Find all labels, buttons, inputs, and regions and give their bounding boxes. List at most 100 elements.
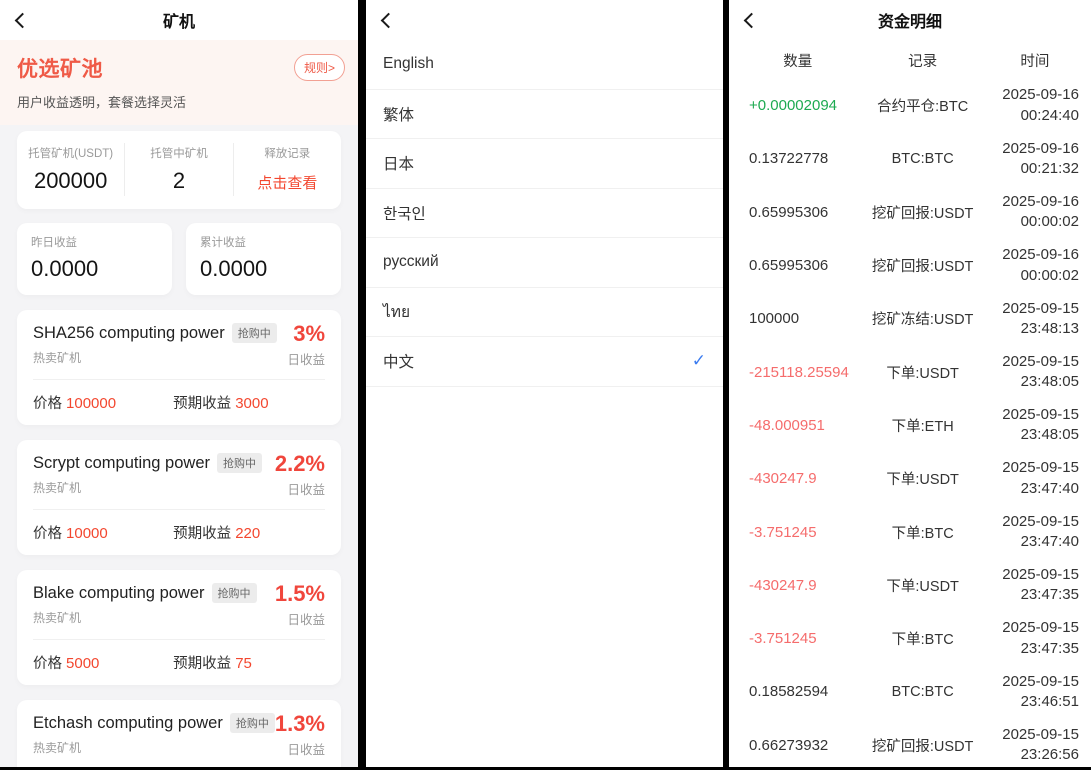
language-item[interactable]: 한국인 ✓ [366,189,723,238]
table-row: -215118.25594 下单:USDT 2025-09-15 23:48:0… [729,345,1091,398]
mining-pool-hero: 优选矿池 规则> 用户收益透明，套餐选择灵活 [0,40,358,125]
date-value: 2025-09-15 [1002,672,1079,690]
date-value: 2025-09-15 [1002,566,1079,584]
time-value: 23:48:05 [1020,373,1079,391]
time-value: 00:00:02 [1020,213,1079,231]
table-row: 0.18582594 BTC:BTC 2025-09-15 23:46:51 [729,665,1091,718]
stats-column[interactable]: 释放记录 点击查看 [232,143,341,196]
funds-table-header: 数量 记录 时间 [729,40,1091,79]
amount-cell: 0.18582594 [749,683,829,701]
product-tag: 热卖矿机 [33,741,82,755]
product-list: SHA256 computing power 抢购中 3% 热卖矿机 日收益 价… [17,310,341,767]
product-top-row: Scrypt computing power 抢购中 2.2% [33,453,325,475]
product-sub-row: 热卖矿机 日收益 [33,739,325,758]
record-cell: 挖矿回报:USDT [871,205,974,222]
time-value: 23:47:35 [1020,586,1079,604]
language-label: 中文 [383,354,415,372]
amount-cell: -3.751245 [749,523,817,541]
time-value: 23:48:05 [1020,426,1079,444]
daily-rate: 1.3% [274,711,325,736]
rules-button[interactable]: 规则> [293,54,345,81]
table-row: 0.65995306 挖矿回报:USDT 2025-09-16 00:00:02 [729,239,1091,292]
time-value: 23:46:51 [1020,692,1079,710]
language-label: 繁体 [383,106,415,124]
page-title: 矿机 [162,14,195,31]
daily-rate-label: 日收益 [287,613,325,627]
language-item[interactable]: русский ✓ [366,238,723,288]
mining-product-card[interactable]: Etchash computing power 抢购中 1.3% 热卖矿机 日收… [17,700,341,767]
amount-cell: -48.000951 [749,416,825,434]
pool-title: 优选矿池 [17,58,103,81]
record-cell: 挖矿回报:USDT [871,259,974,276]
language-item[interactable]: ไทย ✓ [366,288,723,337]
stats-label: 托管中矿机 [150,148,208,160]
time-value: 23:48:13 [1020,319,1079,337]
profit-label: 预期收益 [173,396,232,412]
divider [33,639,325,640]
stats-column[interactable]: 托管中矿机 2 [124,143,232,196]
date-value: 2025-09-16 [1002,192,1079,210]
daily-rate: 1.5% [274,581,325,606]
product-sub-row: 热卖矿机 日收益 [33,609,325,628]
product-bottom-row: 价格 10000 预期收益 220 [33,522,325,543]
time-cell: 2025-09-15 23:26:56 [979,725,1091,766]
amount-cell: 100000 [749,310,800,328]
profit-value: 220 [235,525,261,542]
time-value: 23:47:40 [1020,533,1079,551]
record-cell: 下单:BTC [891,632,954,649]
product-tag: 热卖矿机 [33,611,82,625]
column-header-record: 记录 [908,54,938,70]
date-value: 2025-09-16 [1002,246,1079,264]
language-item[interactable]: English ✓ [366,40,723,90]
time-cell: 2025-09-15 23:46:51 [979,672,1091,713]
mining-product-card[interactable]: Scrypt computing power 抢购中 2.2% 热卖矿机 日收益… [17,440,341,555]
back-icon [380,12,397,28]
income-card: 昨日收益 0.0000 [17,223,172,295]
product-tag: 热卖矿机 [33,351,82,365]
back-icon [14,12,31,28]
table-row: -3.751245 下单:BTC 2025-09-15 23:47:35 [729,612,1091,665]
time-cell: 2025-09-15 23:48:13 [979,299,1091,340]
product-tag: 热卖矿机 [33,481,82,495]
language-item[interactable]: 日本 ✓ [366,139,723,189]
language-appbar [366,0,723,40]
back-button[interactable] [729,0,769,40]
record-cell: 下单:USDT [886,578,959,595]
amount-cell: 0.66273932 [749,736,829,754]
time-cell: 2025-09-15 23:48:05 [979,405,1091,446]
language-label: English [383,55,434,73]
record-cell: BTC:BTC [891,150,954,167]
time-value: 23:47:35 [1020,639,1079,657]
funds-appbar: 资金明细 [729,0,1091,40]
stats-column[interactable]: 托管矿机(USDT) 200000 [17,143,124,196]
amount-cell: -215118.25594 [749,363,849,381]
language-item[interactable]: 中文 ✓ [366,337,723,387]
language-label: ไทย [383,304,411,322]
time-cell: 2025-09-15 23:47:35 [979,565,1091,606]
profit-value: 3000 [235,395,269,412]
miner-body: 托管矿机(USDT) 200000 托管中矿机 2 释放记录 点击查看 昨日收益… [0,125,358,767]
mining-product-card[interactable]: Blake computing power 抢购中 1.5% 热卖矿机 日收益 … [17,570,341,685]
stats-value: 2 [172,168,186,193]
daily-rate: 2.2% [274,451,325,476]
language-list: English ✓ 繁体 ✓ 日本 ✓ 한국인 ✓ русский ✓ ไทย … [366,40,723,387]
funds-table: +0.00002094 合约平仓:BTC 2025-09-16 00:24:40… [729,79,1091,767]
income-value: 0.0000 [31,256,99,281]
record-cell: 下单:USDT [886,365,959,382]
product-sub-row: 热卖矿机 日收益 [33,479,325,498]
language-item[interactable]: 繁体 ✓ [366,90,723,139]
column-header-time: 时间 [1020,54,1050,70]
miner-screen: 矿机 优选矿池 规则> 用户收益透明，套餐选择灵活 托管矿机(USDT) 200… [0,0,358,767]
record-cell: 挖矿冻结:USDT [871,312,974,329]
profit-value: 75 [235,655,252,672]
product-top-row: Etchash computing power 抢购中 1.3% [33,713,325,735]
time-cell: 2025-09-16 00:21:32 [979,139,1091,180]
back-button[interactable] [0,0,40,40]
mining-product-card[interactable]: SHA256 computing power 抢购中 3% 热卖矿机 日收益 价… [17,310,341,425]
time-cell: 2025-09-16 00:00:02 [979,245,1091,286]
table-row: 0.13722778 BTC:BTC 2025-09-16 00:21:32 [729,132,1091,185]
income-value: 0.0000 [200,256,268,281]
record-cell: 合约平仓:BTC [877,99,969,116]
back-button[interactable] [366,0,406,40]
time-cell: 2025-09-16 00:24:40 [979,85,1091,126]
